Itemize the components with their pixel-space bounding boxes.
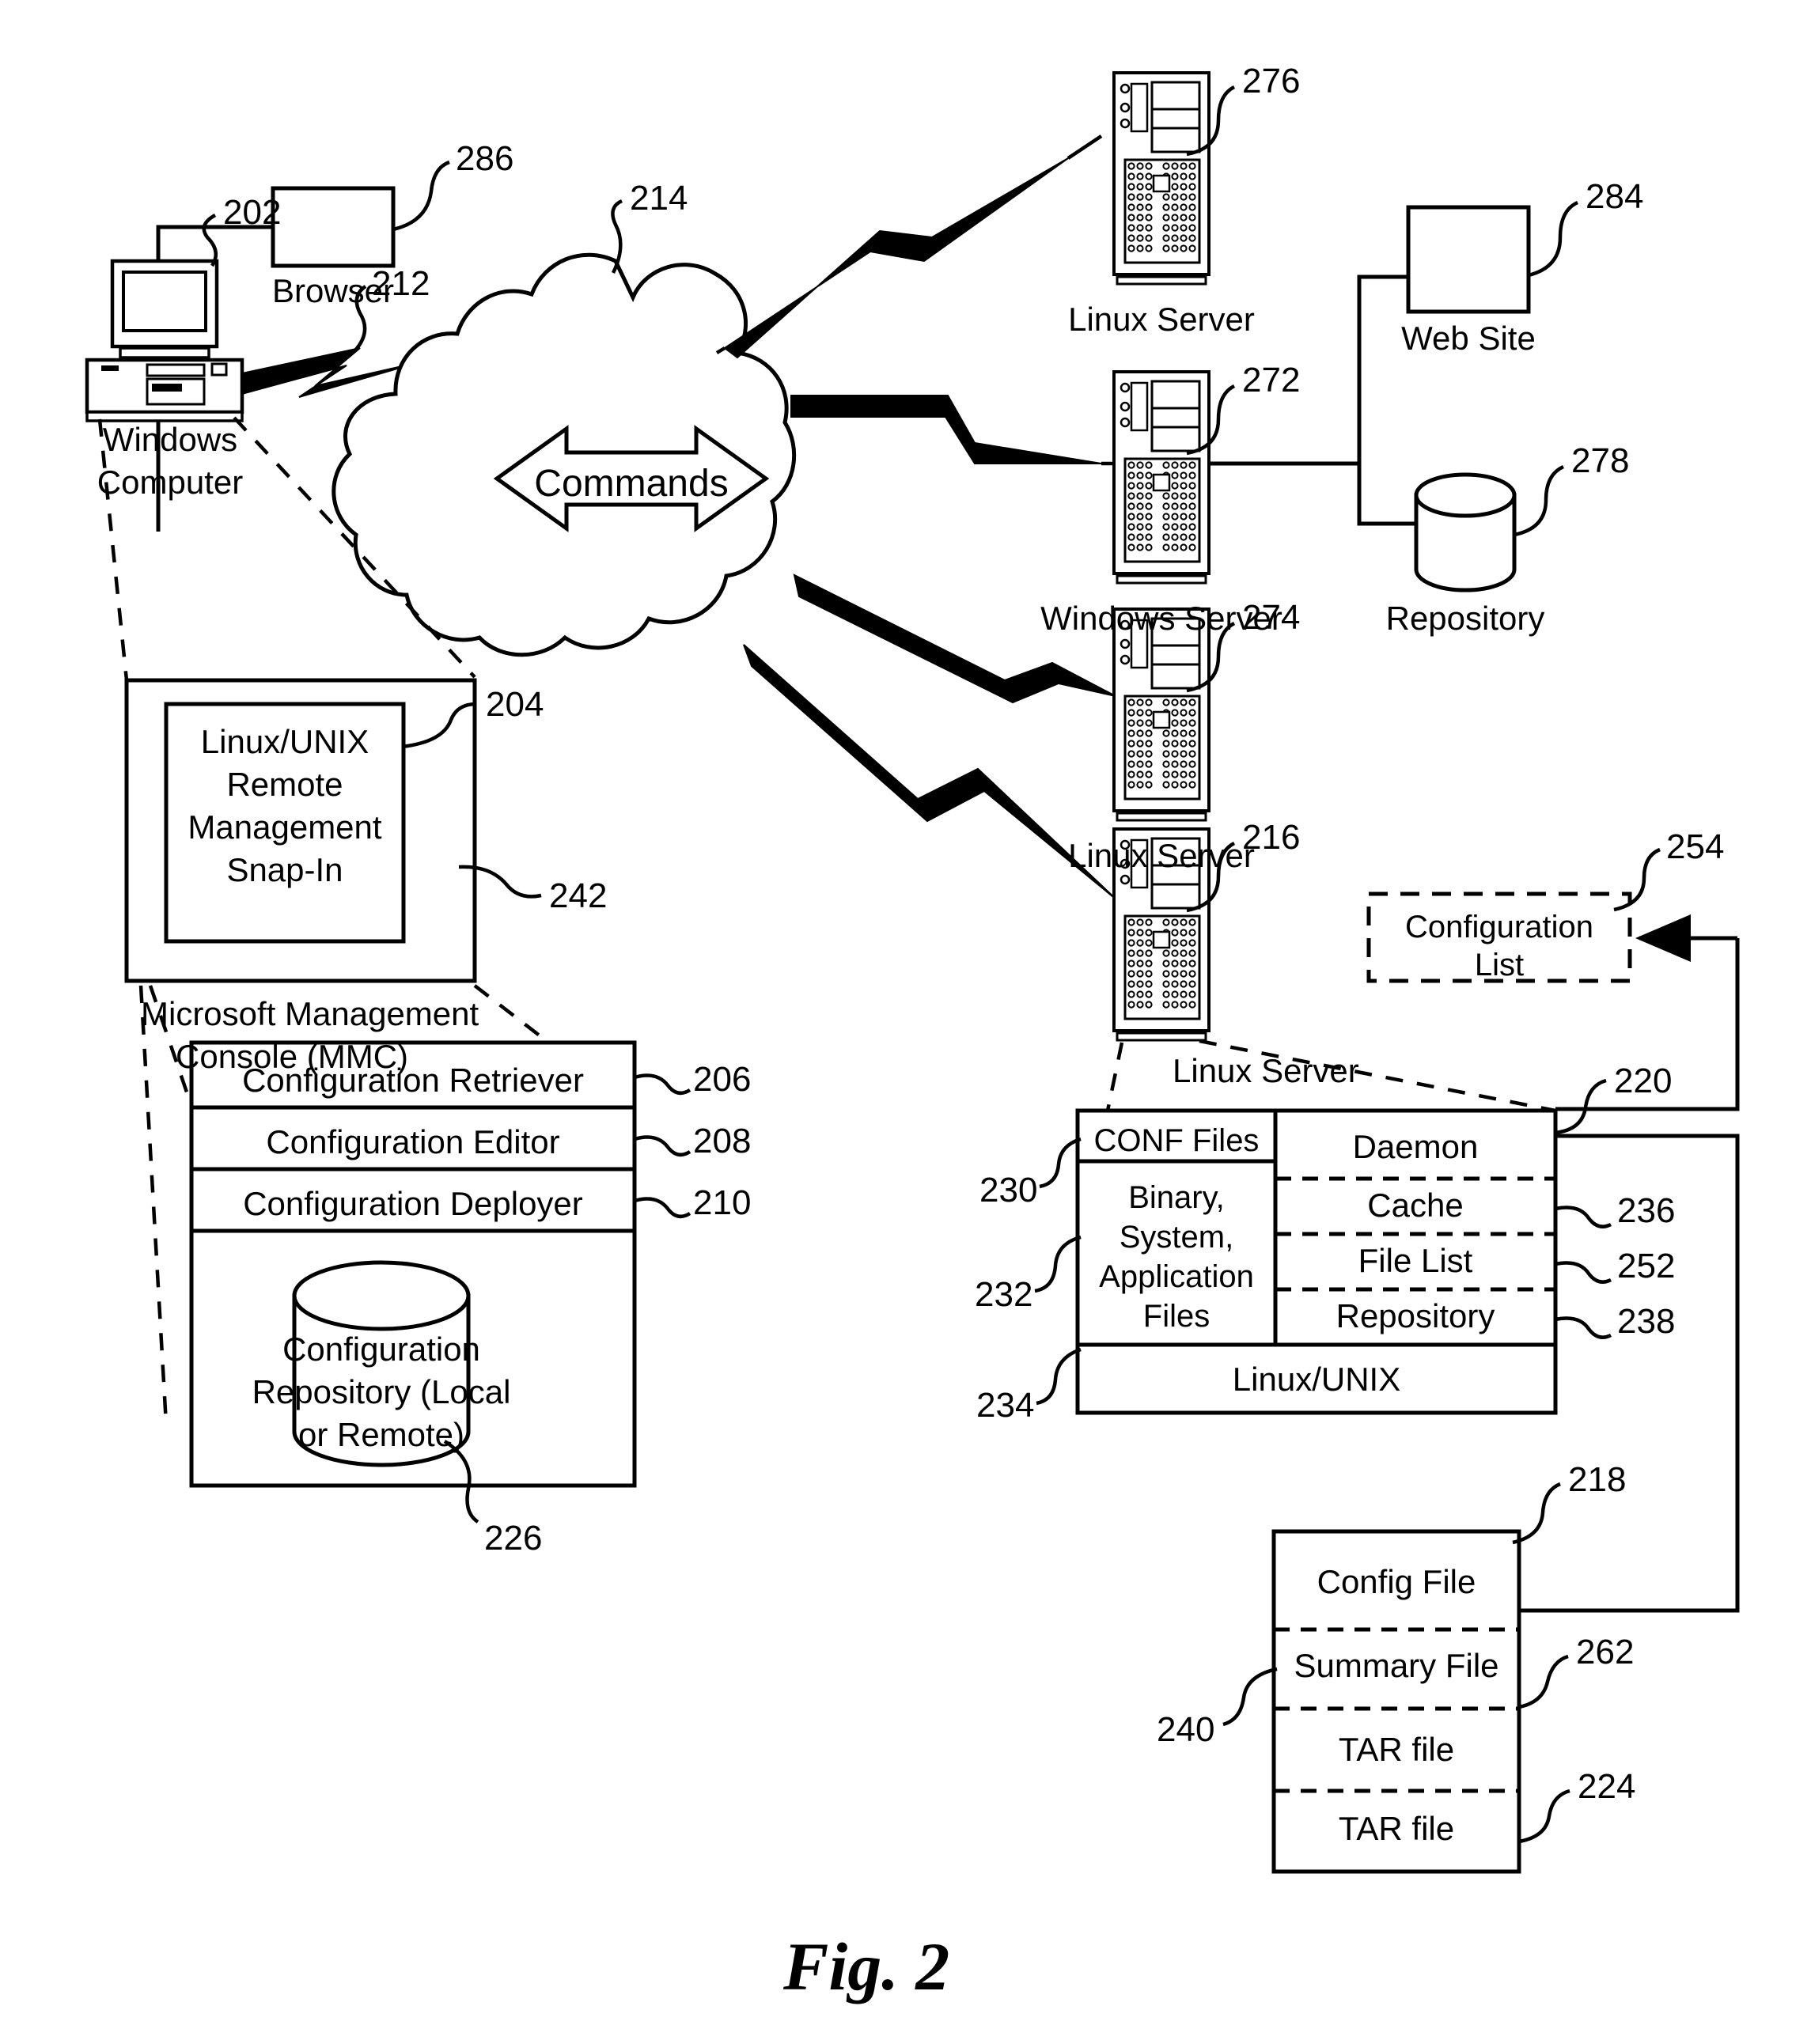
mmc-console-label-line1: Microsoft Management <box>141 995 479 1032</box>
ref-286: 286 <box>456 139 514 178</box>
ref-254: 254 <box>1666 827 1725 866</box>
ref-278: 278 <box>1571 441 1630 480</box>
configuration-editor-label: Configuration Editor <box>266 1123 560 1160</box>
ref-230: 230 <box>979 1171 1038 1209</box>
linux-server-276-label: Linux Server <box>1068 301 1255 338</box>
ref-272: 272 <box>1242 361 1301 399</box>
ref-276: 276 <box>1242 62 1301 100</box>
tar-file-262-label: TAR file <box>1338 1731 1455 1768</box>
configuration-list-label-line2: List <box>1474 948 1525 982</box>
ref-236: 236 <box>1617 1191 1676 1230</box>
ref-204: 204 <box>486 685 544 724</box>
patent-figure-2: Browser 286 Windows Computer 202 212 Com… <box>0 0 1811 2044</box>
ref-226: 226 <box>484 1519 543 1558</box>
ref-220: 220 <box>1614 1062 1673 1100</box>
linux-server-216-label: Linux Server <box>1173 1052 1359 1089</box>
ref-218: 218 <box>1568 1460 1627 1499</box>
windows-computer-label-line2: Computer <box>97 464 244 501</box>
ref-206: 206 <box>693 1060 752 1099</box>
linux-unix-os-label: Linux/UNIX <box>1232 1361 1401 1398</box>
binary-files-line-4: Files <box>1142 1299 1210 1334</box>
link-bolt-cloud-windows-server <box>790 395 1112 466</box>
ref-224: 224 <box>1578 1767 1636 1806</box>
snapin-line-3: Management <box>188 808 382 846</box>
configuration-retriever-label: Configuration Retriever <box>242 1062 584 1099</box>
config-repository-line-1: Configuration <box>282 1330 480 1368</box>
ref-210: 210 <box>693 1183 752 1222</box>
binary-files-line-1: Binary, <box>1128 1180 1225 1215</box>
ref-208: 208 <box>693 1122 752 1160</box>
daemon-label: Daemon <box>1352 1128 1479 1165</box>
summary-file-label: Summary File <box>1294 1647 1499 1684</box>
ref-284: 284 <box>1586 177 1644 216</box>
binary-files-line-3: Application <box>1099 1259 1254 1294</box>
binary-files-line-2: System, <box>1119 1220 1234 1255</box>
snapin-line-1: Linux/UNIX <box>200 723 369 760</box>
repository-278-label: Repository <box>1385 600 1545 637</box>
ref-216: 216 <box>1242 818 1301 857</box>
repository-278-node <box>1414 464 1565 592</box>
cloud-commands-label: Commands <box>534 463 729 505</box>
ref-232: 232 <box>975 1275 1033 1314</box>
configuration-list-label-line1: Configuration <box>1405 910 1593 944</box>
ref-238: 238 <box>1617 1302 1676 1341</box>
configuration-deployer-label: Configuration Deployer <box>243 1185 583 1222</box>
ref-214: 214 <box>630 179 688 218</box>
web-site-label: Web Site <box>1401 320 1536 357</box>
ref-234: 234 <box>976 1386 1035 1425</box>
repository-238-label: Repository <box>1336 1297 1495 1334</box>
config-file-label: Config File <box>1317 1563 1476 1600</box>
ref-274: 274 <box>1242 598 1301 637</box>
ref-212: 212 <box>372 264 430 303</box>
ref-262: 262 <box>1576 1633 1635 1671</box>
snapin-line-4: Snap-In <box>226 851 343 888</box>
config-repository-line-2: Repository (Local <box>252 1373 511 1410</box>
linux-server-276-icon <box>1112 71 1236 286</box>
file-list-label: File List <box>1358 1242 1473 1279</box>
windows-computer-label-line1: Windows <box>102 421 238 458</box>
web-site-node <box>1406 200 1579 314</box>
figure-caption: Fig. 2 <box>783 1929 950 2004</box>
ref-252: 252 <box>1617 1247 1676 1285</box>
config-repository-line-3: or Remote) <box>297 1416 465 1453</box>
ref-240: 240 <box>1157 1710 1215 1749</box>
cache-label: Cache <box>1367 1187 1464 1224</box>
windows-computer-icon <box>85 214 244 422</box>
conf-files-label: CONF Files <box>1093 1123 1260 1158</box>
ref-202: 202 <box>223 193 282 232</box>
ref-242: 242 <box>549 876 608 915</box>
linux-server-274-icon <box>1112 608 1236 822</box>
snapin-line-2: Remote <box>226 766 343 803</box>
tar-file-224-label: TAR file <box>1338 1810 1455 1847</box>
